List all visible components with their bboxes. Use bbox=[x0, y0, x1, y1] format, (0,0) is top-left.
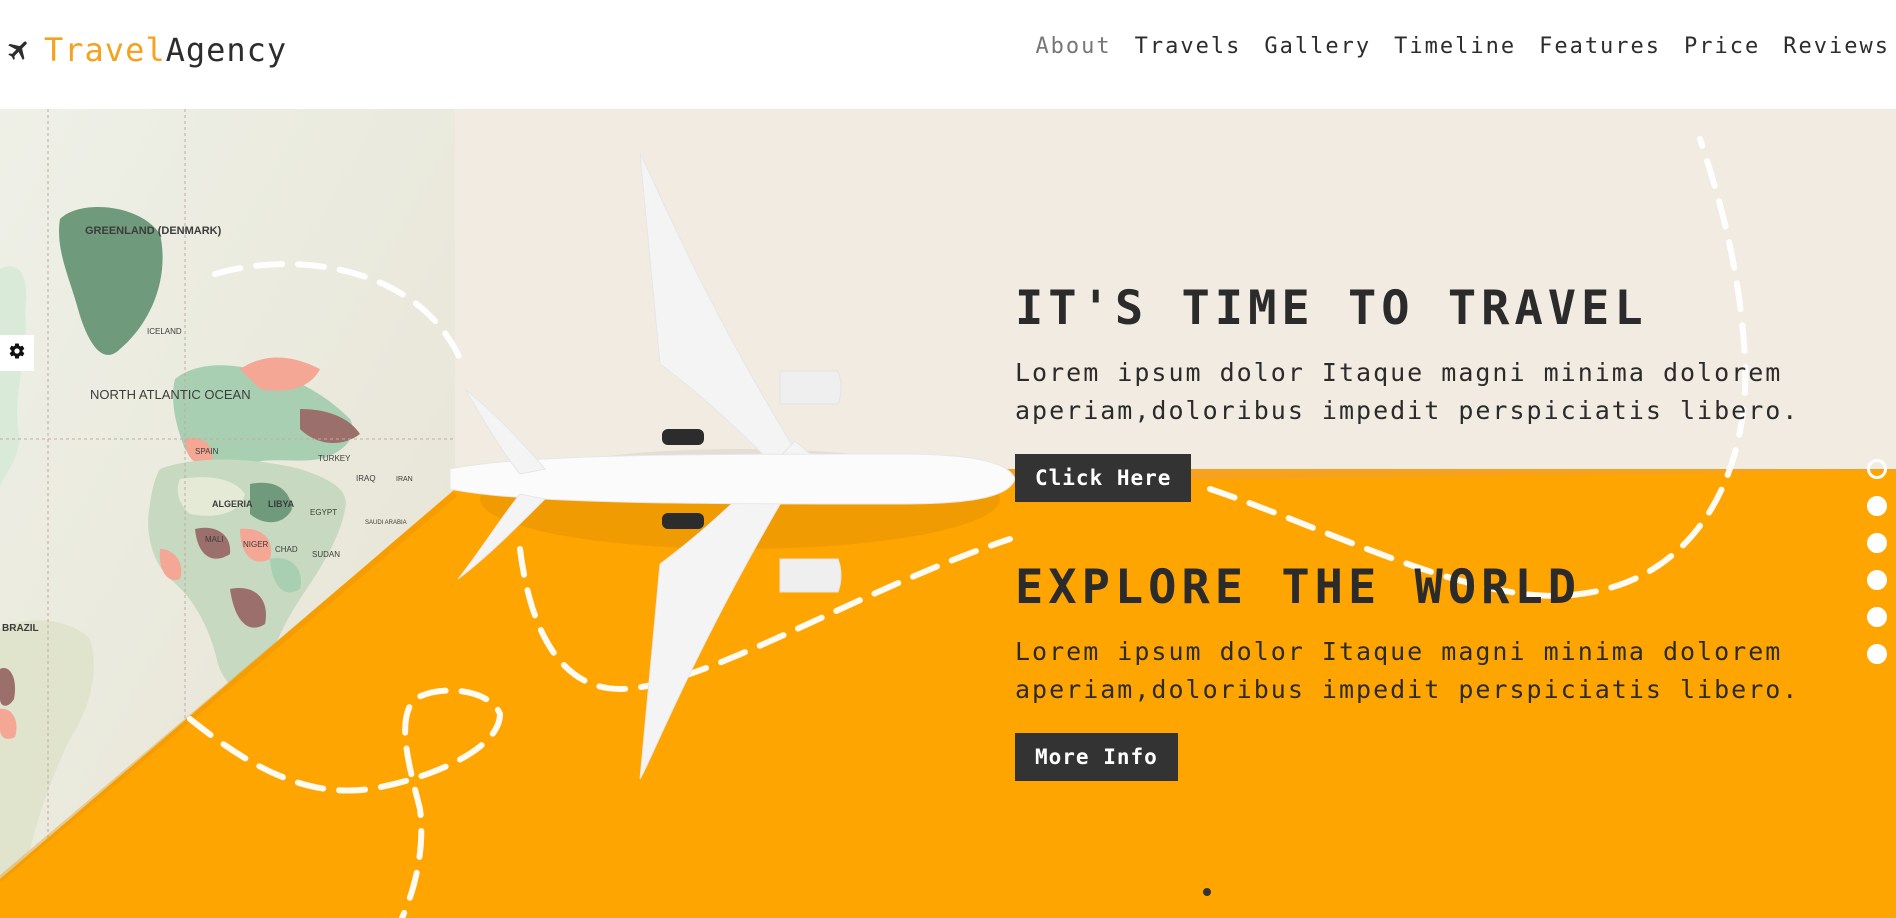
slide-2-text: Lorem ipsum dolor Itaque magni minima do… bbox=[1015, 637, 1800, 704]
nav-item-gallery[interactable]: Gallery bbox=[1264, 34, 1371, 59]
map-label-algeria: ALGERIA bbox=[212, 499, 253, 509]
map-label-spain: SPAIN bbox=[195, 447, 219, 456]
pager-dot-1[interactable] bbox=[1867, 459, 1887, 479]
pager-dot-5[interactable] bbox=[1867, 607, 1887, 627]
map-label-chad: CHAD bbox=[275, 545, 298, 554]
main-nav: About Travels Gallery Timeline Features … bbox=[1035, 34, 1890, 59]
nav-item-price[interactable]: Price bbox=[1684, 34, 1760, 59]
map-label-sudan: SUDAN bbox=[312, 550, 340, 559]
map-label-mali: MALI bbox=[205, 535, 224, 544]
map-label-niger: NIGER bbox=[243, 540, 269, 549]
map-label-brazil: BRAZIL bbox=[2, 623, 39, 634]
more-info-button[interactable]: More Info bbox=[1015, 733, 1178, 781]
map-label-iraq: IRAQ bbox=[356, 474, 376, 483]
click-here-button[interactable]: Click Here bbox=[1015, 454, 1192, 502]
slide-1: IT'S TIME TO TRAVEL Lorem ipsum dolor It… bbox=[1015, 281, 1875, 502]
nav-item-timeline[interactable]: Timeline bbox=[1394, 34, 1516, 59]
brand-name: TravelAgency bbox=[44, 31, 287, 69]
nav-item-features[interactable]: Features bbox=[1539, 34, 1661, 59]
slide-pager bbox=[1867, 459, 1887, 664]
map-label-libya: LIBYA bbox=[268, 499, 295, 509]
slide-2-title: EXPLORE THE WORLD bbox=[1015, 560, 1582, 615]
map-label-egypt: EGYPT bbox=[310, 508, 337, 517]
nav-item-reviews[interactable]: Reviews bbox=[1783, 34, 1890, 59]
slide-1-title: IT'S TIME TO TRAVEL bbox=[1015, 281, 1648, 336]
map-label-saudi-arabia: SAUDI ARABIA bbox=[365, 520, 407, 526]
map-label-greenland: GREENLAND (DENMARK) bbox=[85, 225, 222, 237]
brand-name-rest: Agency bbox=[165, 31, 288, 69]
hero-background-illustration: GREENLAND (DENMARK) ICELAND NORTH ATLANT… bbox=[0, 109, 1896, 918]
brand-logo[interactable]: TravelAgency bbox=[6, 30, 287, 70]
pager-dot-4[interactable] bbox=[1867, 570, 1887, 590]
slide-1-text: Lorem ipsum dolor Itaque magni minima do… bbox=[1015, 358, 1800, 425]
airplane-icon bbox=[6, 37, 32, 63]
slide-2: EXPLORE THE WORLD Lorem ipsum dolor Itaq… bbox=[1015, 560, 1875, 781]
scroll-indicator-dot[interactable] bbox=[1203, 888, 1211, 896]
map-label-north-atlantic: NORTH ATLANTIC OCEAN bbox=[90, 387, 251, 402]
gear-icon bbox=[8, 342, 26, 364]
pager-dot-3[interactable] bbox=[1867, 533, 1887, 553]
pager-dot-6[interactable] bbox=[1867, 644, 1887, 664]
map-label-iceland: ICELAND bbox=[147, 327, 182, 336]
navbar: TravelAgency About Travels Gallery Timel… bbox=[0, 0, 1896, 109]
settings-toggle-button[interactable] bbox=[0, 335, 34, 371]
hero-slider: GREENLAND (DENMARK) ICELAND NORTH ATLANT… bbox=[0, 109, 1896, 918]
nav-item-about[interactable]: About bbox=[1035, 34, 1111, 59]
map-label-turkey: TURKEY bbox=[318, 454, 351, 463]
brand-name-accent: Travel bbox=[44, 31, 166, 69]
pager-dot-2[interactable] bbox=[1867, 496, 1887, 516]
nav-item-travels[interactable]: Travels bbox=[1135, 34, 1242, 59]
map-label-iran: IRAN bbox=[396, 476, 413, 483]
